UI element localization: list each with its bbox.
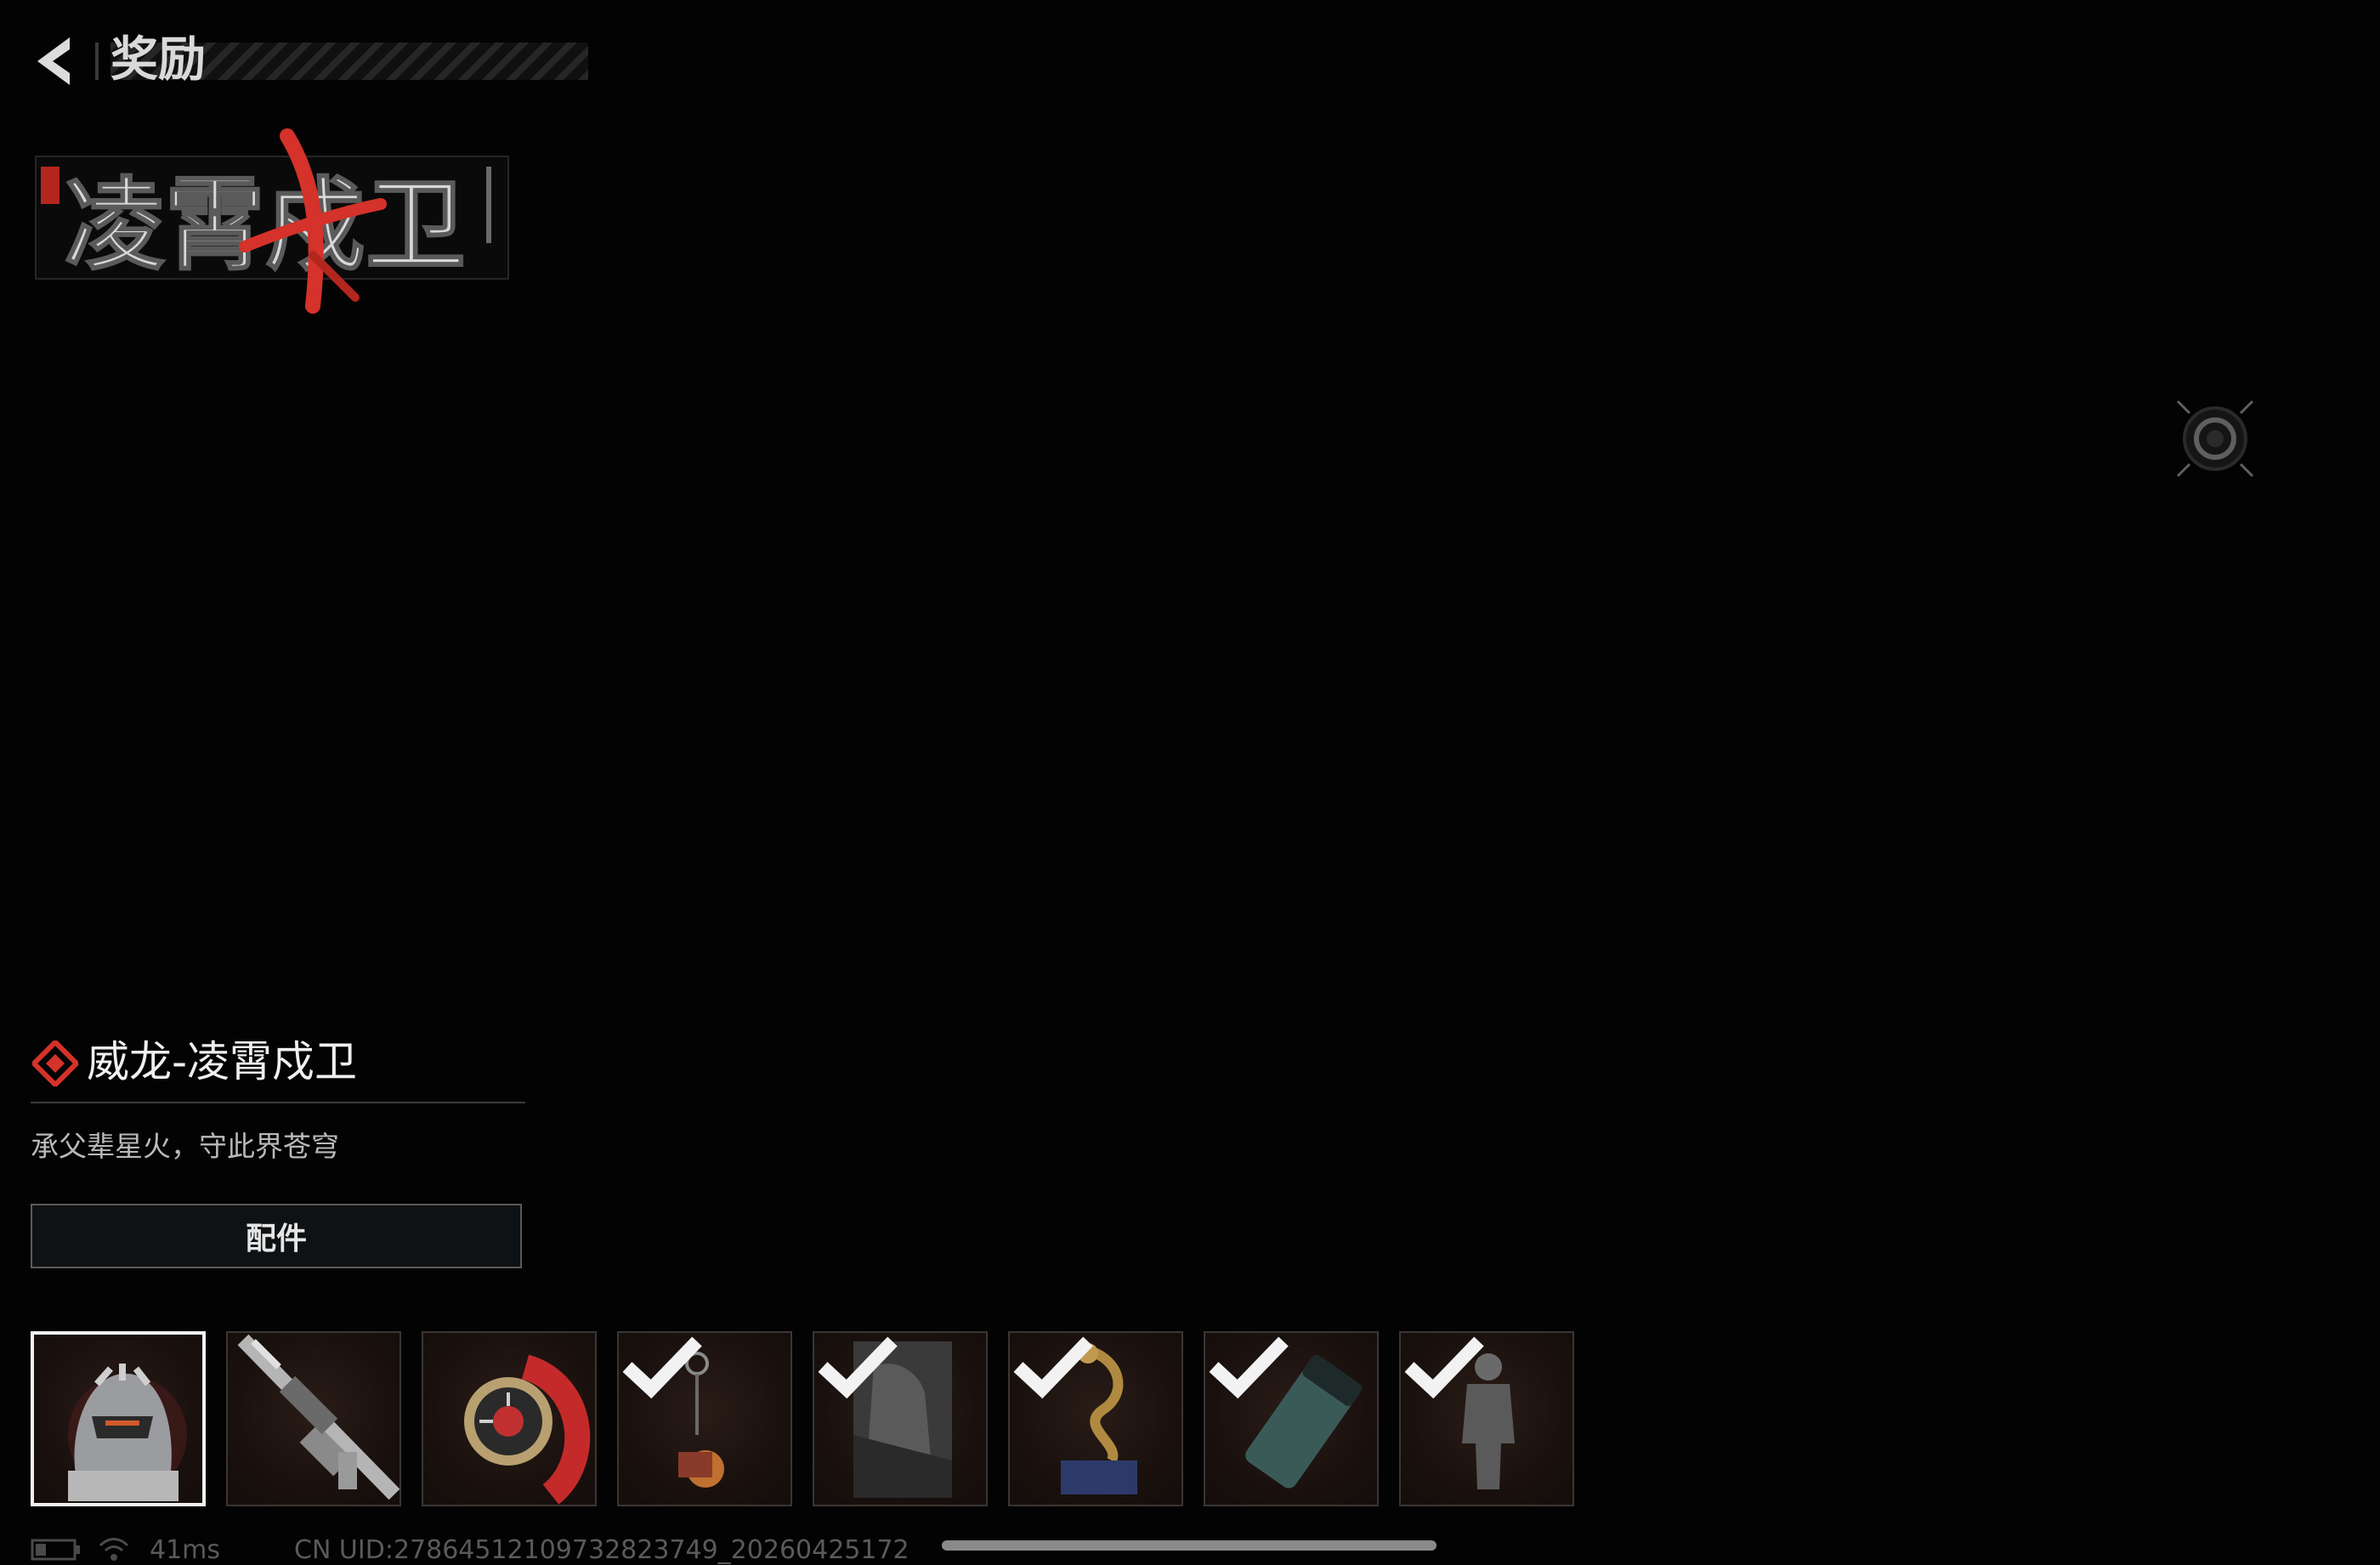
item-name-row: 威龙-凌霄戍卫	[31, 1029, 524, 1097]
reward-item-charm[interactable]	[617, 1331, 792, 1506]
ping-readout: 41ms	[150, 1535, 221, 1565]
reward-item-card[interactable]	[813, 1331, 988, 1506]
claimed-check-icon	[1013, 1336, 1093, 1399]
logo-text: 凌霄戍卫	[65, 167, 466, 284]
claimed-check-icon	[818, 1336, 898, 1399]
reward-item-watch[interactable]	[422, 1331, 597, 1506]
claimed-check-icon	[622, 1336, 702, 1399]
event-logo: 凌霄戍卫	[35, 128, 509, 314]
battery-icon	[31, 1539, 80, 1561]
rarity-diamond-icon	[32, 1040, 78, 1086]
user-uid: CN UID:27864512109732823749_20260425172	[294, 1535, 910, 1565]
wifi-icon	[99, 1538, 129, 1561]
reward-item-figure[interactable]	[1399, 1331, 1574, 1506]
page-title: 奖励	[110, 32, 206, 88]
parts-button[interactable]: 配件	[31, 1204, 522, 1268]
reward-item-operator-skin[interactable]	[31, 1331, 206, 1506]
view-toggle-icon[interactable]	[2174, 398, 2256, 479]
header-separator	[95, 43, 99, 80]
header: 奖励	[27, 31, 588, 90]
home-indicator[interactable]	[942, 1540, 1436, 1551]
reward-item-dragon-figure[interactable]	[1008, 1331, 1183, 1506]
claimed-check-icon	[1404, 1336, 1484, 1399]
name-divider	[31, 1102, 525, 1103]
claimed-check-icon	[1209, 1336, 1289, 1399]
item-description: 承父辈星火，守此界苍穹	[31, 1130, 339, 1163]
watch-icon	[464, 1354, 591, 1505]
rifle-icon	[237, 1334, 400, 1500]
reward-item-spray[interactable]	[1204, 1331, 1379, 1506]
item-name: 威龙-凌霄戍卫	[87, 1037, 358, 1086]
back-icon[interactable]	[27, 31, 87, 90]
status-bar: 41ms CN UID:27864512109732823749_2026042…	[31, 1534, 1034, 1565]
operator-helmet-icon	[68, 1364, 187, 1501]
reward-item-rifle-skin[interactable]	[226, 1331, 401, 1506]
